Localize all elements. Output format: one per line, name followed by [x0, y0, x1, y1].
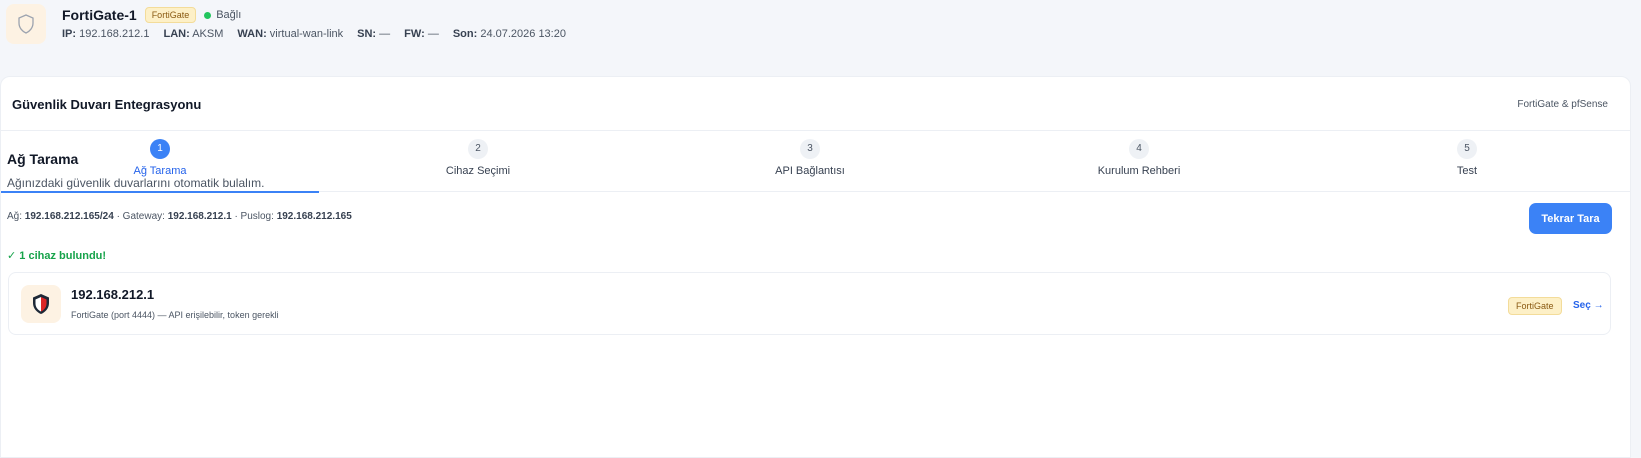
device-type-badge: FortiGate	[144, 7, 197, 23]
fortigate-shield-icon	[21, 285, 61, 323]
status-dot-icon	[204, 11, 212, 19]
connection-status: Bağlı	[204, 9, 241, 21]
step-api-connection[interactable]: 3 API Bağlantısı	[651, 132, 969, 192]
step-label: API Bağlantısı	[775, 165, 845, 177]
step-number: 1	[150, 139, 170, 159]
network-info: Ağ: 192.168.212.165/24 · Gateway: 192.16…	[7, 211, 352, 222]
card-title: Güvenlik Duvarı Entegrasyonu	[12, 97, 202, 112]
scan-subtitle: Ağınızdaki güvenlik duvarlarını otomatik…	[7, 176, 265, 190]
step-label: Kurulum Rehberi	[1097, 165, 1181, 177]
meta-ip: IP: 192.168.212.1	[62, 28, 150, 40]
device-meta: IP: 192.168.212.1 LAN: AKSM WAN: virtual…	[62, 28, 566, 40]
result-ip: 192.168.212.1	[71, 287, 155, 302]
meta-lan: LAN: AKSM	[163, 28, 224, 40]
step-number: 4	[1129, 139, 1149, 159]
rescan-button[interactable]: Tekrar Tara	[1529, 203, 1612, 234]
select-device-link[interactable]: Seç →	[1573, 300, 1604, 311]
meta-last: Son: 24.07.2026 13:20	[452, 28, 566, 40]
meta-sn: SN: —	[357, 28, 391, 40]
step-test[interactable]: 5 Test	[1308, 132, 1626, 192]
step-setup-guide[interactable]: 4 Kurulum Rehberi	[980, 132, 1298, 192]
step-number: 3	[800, 139, 820, 159]
result-row[interactable]: 192.168.212.1 FortiGate (port 4444) — AP…	[8, 272, 1611, 335]
step-label: Test	[1456, 165, 1478, 177]
result-description: FortiGate (port 4444) — API erişilebilir…	[71, 310, 279, 320]
step-label: Cihaz Seçimi	[445, 165, 511, 177]
step-number: 5	[1457, 139, 1477, 159]
puslog-value: 192.168.212.165	[276, 211, 352, 222]
device-header: FortiGate-1 FortiGate Bağlı IP: 192.168.…	[0, 0, 1641, 60]
status-label: Bağlı	[216, 9, 242, 21]
shield-icon	[6, 4, 46, 44]
step-number: 2	[468, 139, 488, 159]
scan-title: Ağ Tarama	[7, 151, 79, 167]
meta-wan: WAN: virtual-wan-link	[237, 28, 344, 40]
firewall-integration-card: Güvenlik Duvarı Entegrasyonu FortiGate &…	[0, 76, 1631, 458]
network-value: 192.168.212.165/24	[24, 211, 114, 222]
step-device-select[interactable]: 2 Cihaz Seçimi	[319, 132, 637, 192]
meta-fw: FW: —	[404, 28, 439, 40]
card-tag: FortiGate & pfSense	[1517, 99, 1608, 110]
result-type-badge: FortiGate	[1508, 297, 1562, 315]
card-header: Güvenlik Duvarı Entegrasyonu FortiGate &…	[1, 77, 1630, 131]
found-message: ✓ 1 cihaz bulundu!	[7, 250, 107, 262]
gateway-value: 192.168.212.1	[167, 211, 232, 222]
device-name: FortiGate-1	[62, 7, 137, 23]
